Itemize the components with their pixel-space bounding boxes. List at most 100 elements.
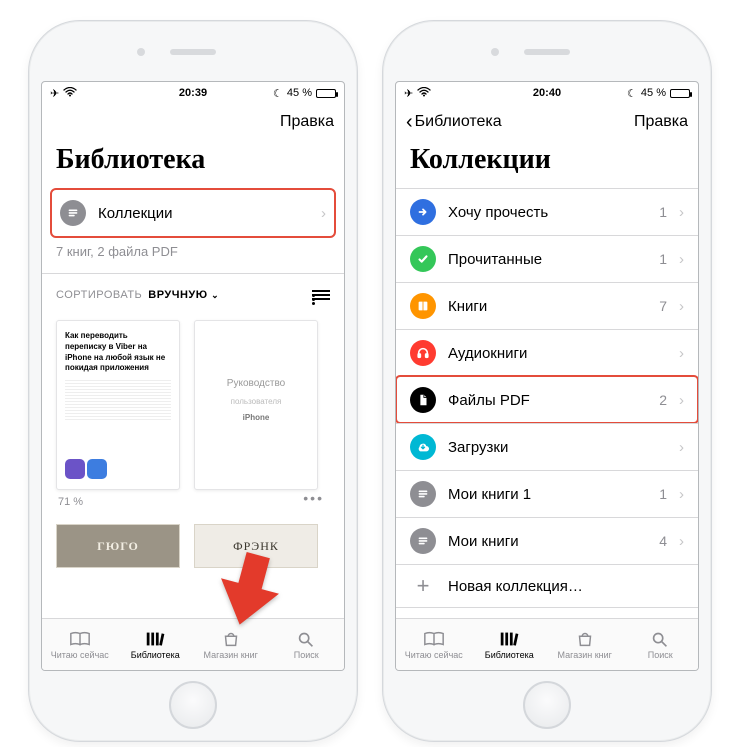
- tab-label: Библиотека: [131, 650, 180, 660]
- sort-row: СОРТИРОВАТЬ ВРУЧНУЮ ⌄: [42, 274, 344, 312]
- chevron-right-icon: ›: [679, 439, 684, 456]
- book-2-line1: Руководство: [203, 377, 309, 391]
- back-label: Библиотека: [415, 113, 502, 131]
- list-item-label: Аудиокниги: [448, 345, 655, 362]
- front-camera: [491, 48, 499, 56]
- tab-label: Магазин книг: [558, 650, 612, 660]
- list-item-label: Загрузки: [448, 439, 655, 456]
- document-circle-icon: [410, 387, 436, 413]
- book-circle-icon: [410, 293, 436, 319]
- headphones-circle-icon: [410, 340, 436, 366]
- phone-frame-right: ✈︎ 20:40 ☾ 45 % ‹ Библиотека: [382, 20, 712, 742]
- tab-label: Поиск: [294, 650, 319, 660]
- earpiece: [524, 49, 570, 55]
- tab-bar: Читаю сейчас Библиотека Магазин книг Пои…: [396, 618, 698, 670]
- edit-button[interactable]: Правка: [634, 113, 688, 131]
- list-item-label: Мои книги: [448, 533, 647, 550]
- tab-store[interactable]: Магазин книг: [193, 619, 269, 670]
- collections-row[interactable]: Коллекции ›: [50, 188, 336, 238]
- home-button[interactable]: [169, 681, 217, 729]
- tab-library[interactable]: Библиотека: [472, 619, 548, 670]
- list-item-label: Хочу прочесть: [448, 204, 647, 221]
- list-item-count: 4: [659, 533, 667, 549]
- list-item-label: Файлы PDF: [448, 392, 647, 409]
- nav-bar: ‹ Библиотека Правка: [396, 102, 698, 142]
- tab-reading-now[interactable]: Читаю сейчас: [42, 619, 118, 670]
- list-circle-icon: [410, 481, 436, 507]
- collection-want-to-read[interactable]: Хочу прочесть 1 ›: [396, 188, 698, 235]
- chevron-right-icon: ›: [679, 298, 684, 315]
- book-cover-2[interactable]: Руководство пользователя iPhone: [194, 320, 318, 490]
- chevron-right-icon: ›: [679, 533, 684, 550]
- tab-reading-now[interactable]: Читаю сейчас: [396, 619, 472, 670]
- status-bar: ✈︎ 20:39 ☾ 45 %: [42, 82, 344, 102]
- chevron-right-icon: ›: [679, 345, 684, 362]
- bag-icon: [574, 630, 596, 648]
- bag-icon: [220, 630, 242, 648]
- book-open-icon: [69, 630, 91, 648]
- plus-icon: +: [410, 575, 436, 597]
- check-circle-icon: [410, 246, 436, 272]
- book-1-title: Как переводить переписку в Viber на iPho…: [65, 331, 171, 374]
- list-item-count: 7: [659, 298, 667, 314]
- tab-label: Магазин книг: [204, 650, 258, 660]
- chevron-right-icon: ›: [321, 205, 326, 222]
- book-3-title: ГЮГО: [97, 539, 139, 554]
- book-2-line3: iPhone: [203, 413, 309, 424]
- collections-icon: [60, 200, 86, 226]
- tab-label: Читаю сейчас: [405, 650, 463, 660]
- edit-button[interactable]: Правка: [280, 113, 334, 131]
- chevron-right-icon: ›: [679, 392, 684, 409]
- home-button[interactable]: [523, 681, 571, 729]
- nav-bar: Правка: [42, 102, 344, 142]
- list-item-count: 1: [659, 251, 667, 267]
- library-icon: [144, 630, 166, 648]
- list-circle-icon: [410, 528, 436, 554]
- book-2-line2: пользователя: [203, 397, 309, 408]
- chevron-down-icon: ⌄: [211, 290, 219, 300]
- book-more-icon[interactable]: •••: [303, 490, 324, 510]
- search-icon: [649, 630, 671, 648]
- library-icon: [498, 630, 520, 648]
- collection-pdf-files[interactable]: Файлы PDF 2 ›: [396, 376, 698, 423]
- back-button[interactable]: ‹ Библиотека: [406, 112, 502, 132]
- tab-search[interactable]: Поиск: [269, 619, 345, 670]
- tab-library[interactable]: Библиотека: [118, 619, 194, 670]
- tab-search[interactable]: Поиск: [623, 619, 699, 670]
- book-cover-3[interactable]: ГЮГО: [56, 524, 180, 568]
- battery-icon: [670, 89, 690, 98]
- book-4-title: ФРЭНК: [233, 539, 279, 554]
- collection-audiobooks[interactable]: Аудиокниги ›: [396, 329, 698, 376]
- download-circle-icon: [410, 434, 436, 460]
- view-list-icon[interactable]: [312, 288, 330, 302]
- list-item-label: Прочитанные: [448, 251, 647, 268]
- collection-downloads[interactable]: Загрузки ›: [396, 423, 698, 470]
- collection-my-books-1[interactable]: Мои книги 1 1 ›: [396, 470, 698, 517]
- tab-bar: Читаю сейчас Библиотека Магазин книг Пои…: [42, 618, 344, 670]
- book-open-icon: [423, 630, 445, 648]
- sort-label: СОРТИРОВАТЬ: [56, 289, 142, 301]
- tab-label: Читаю сейчас: [51, 650, 109, 660]
- earpiece: [170, 49, 216, 55]
- sort-value[interactable]: ВРУЧНУЮ ⌄: [148, 289, 219, 301]
- chevron-right-icon: ›: [679, 204, 684, 221]
- phone-frame-left: ✈︎ 20:39 ☾ 45 % Правка Библиотека: [28, 20, 358, 742]
- tab-store[interactable]: Магазин книг: [547, 619, 623, 670]
- chevron-right-icon: ›: [679, 251, 684, 268]
- collection-finished[interactable]: Прочитанные 1 ›: [396, 235, 698, 282]
- tab-label: Поиск: [648, 650, 673, 660]
- list-item-count: 1: [659, 486, 667, 502]
- collection-books[interactable]: Книги 7 ›: [396, 282, 698, 329]
- library-subtitle: 7 книг, 2 файла PDF: [42, 238, 344, 274]
- collection-my-books[interactable]: Мои книги 4 ›: [396, 517, 698, 564]
- book-cover-1[interactable]: Как переводить переписку в Viber на iPho…: [56, 320, 180, 490]
- front-camera: [137, 48, 145, 56]
- book-cover-4[interactable]: ФРЭНК: [194, 524, 318, 568]
- new-collection-button[interactable]: + Новая коллекция…: [396, 564, 698, 608]
- list-item-label: Книги: [448, 298, 647, 315]
- battery-icon: [316, 89, 336, 98]
- status-time: 20:40: [396, 87, 698, 99]
- screen-right: ✈︎ 20:40 ☾ 45 % ‹ Библиотека: [395, 81, 699, 671]
- book-shelf: Как переводить переписку в Viber на iPho…: [42, 312, 344, 618]
- search-icon: [295, 630, 317, 648]
